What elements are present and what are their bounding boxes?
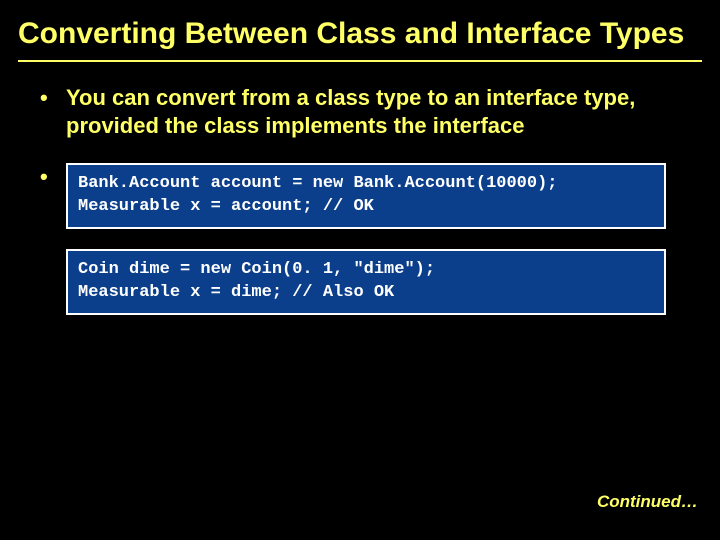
- code-wrap: Bank.Account account = new Bank.Account(…: [66, 163, 702, 315]
- code-block-1: Bank.Account account = new Bank.Account(…: [66, 163, 666, 229]
- continued-label: Continued…: [597, 492, 698, 512]
- slide-title: Converting Between Class and Interface T…: [18, 16, 684, 62]
- code-block-2: Coin dime = new Coin(0. 1, "dime"); Meas…: [66, 249, 666, 315]
- bullet-list: You can convert from a class type to an …: [18, 84, 702, 315]
- bullet-item-1: You can convert from a class type to an …: [40, 84, 702, 139]
- bullet-item-2: Bank.Account account = new Bank.Account(…: [40, 163, 702, 315]
- slide: Converting Between Class and Interface T…: [0, 0, 720, 315]
- bullet-text-1: You can convert from a class type to an …: [66, 85, 635, 138]
